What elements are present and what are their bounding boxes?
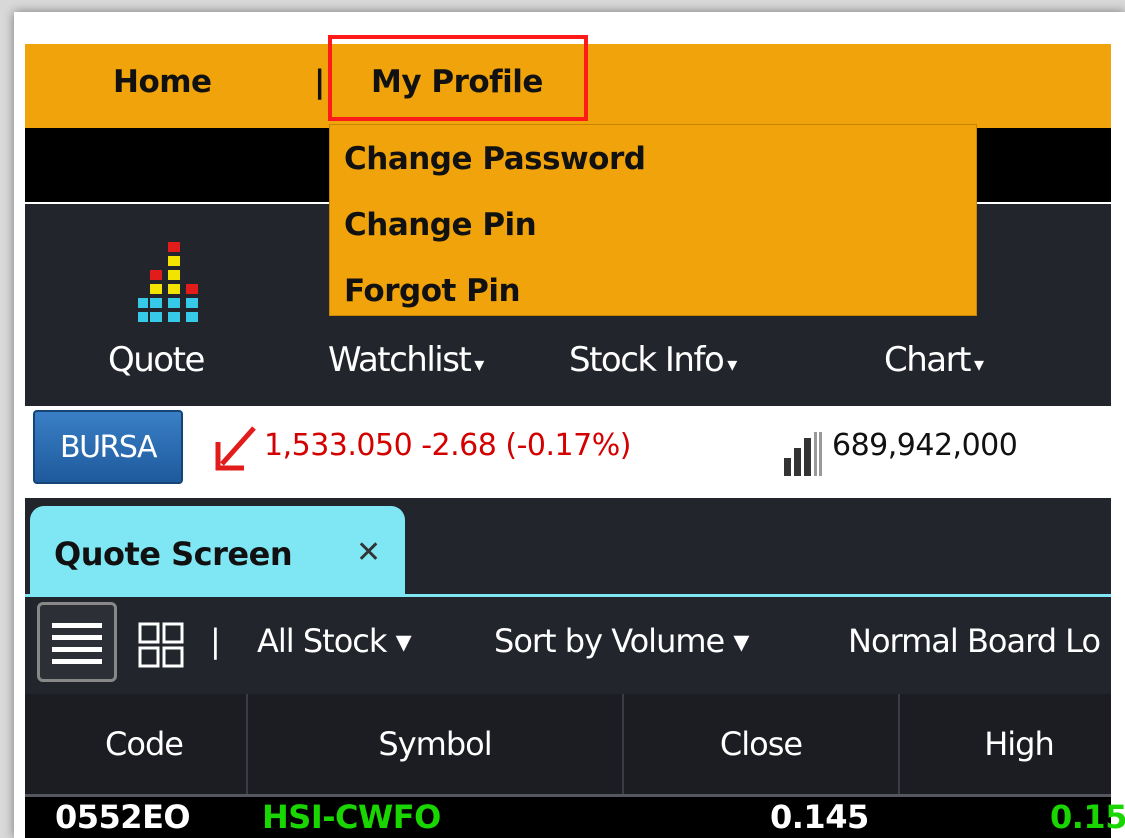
down-arrow-icon [214,424,258,472]
board-dropdown[interactable]: Normal Board Lo [848,622,1101,660]
index-value: 1,533.050 -2.68 (-0.17%) [264,428,631,463]
chevron-down-icon: ▾ [727,352,737,376]
cell-high: 0.15 [1050,798,1125,836]
volume-icon [784,432,826,476]
column-header-close[interactable]: Close [624,694,900,794]
change-pin-item[interactable]: Change Pin [344,207,537,243]
market-button[interactable]: BURSA [33,410,183,484]
nav-separator: | [314,64,325,100]
quote-menu[interactable]: Quote [108,340,205,380]
sort-dropdown[interactable]: Sort by Volume ▾ [494,622,749,660]
chevron-down-icon: ▾ [973,352,984,376]
my-profile-dropdown: Change Password Change Pin Forgot Pin [329,124,977,316]
volume-value: 689,942,000 [832,428,1018,463]
close-icon[interactable]: ✕ [356,535,381,570]
grid-view-button[interactable] [138,622,186,670]
tab-label: Quote Screen [54,535,293,573]
cell-close: 0.145 [770,798,869,836]
filter-separator: | [210,622,221,660]
column-header-high[interactable]: High [900,694,1125,794]
column-header-symbol[interactable]: Symbol [248,694,624,794]
cell-code: 0552EO [55,798,191,836]
chevron-down-icon: ▾ [474,352,484,376]
column-header-code[interactable]: Code [42,694,248,794]
stock-info-menu[interactable]: Stock Info ▾ [569,340,737,380]
cell-symbol: HSI-CWFO [262,798,441,836]
forgot-pin-item[interactable]: Forgot Pin [344,273,521,309]
highlight-box [328,35,588,121]
home-link[interactable]: Home [113,64,212,100]
quote-icon[interactable] [138,240,210,332]
all-stock-dropdown[interactable]: All Stock ▾ [257,622,412,660]
change-password-item[interactable]: Change Password [344,141,646,177]
watchlist-menu[interactable]: Watchlist ▾ [328,340,484,380]
list-view-button[interactable] [37,602,117,682]
chart-menu[interactable]: Chart ▾ [884,340,984,380]
